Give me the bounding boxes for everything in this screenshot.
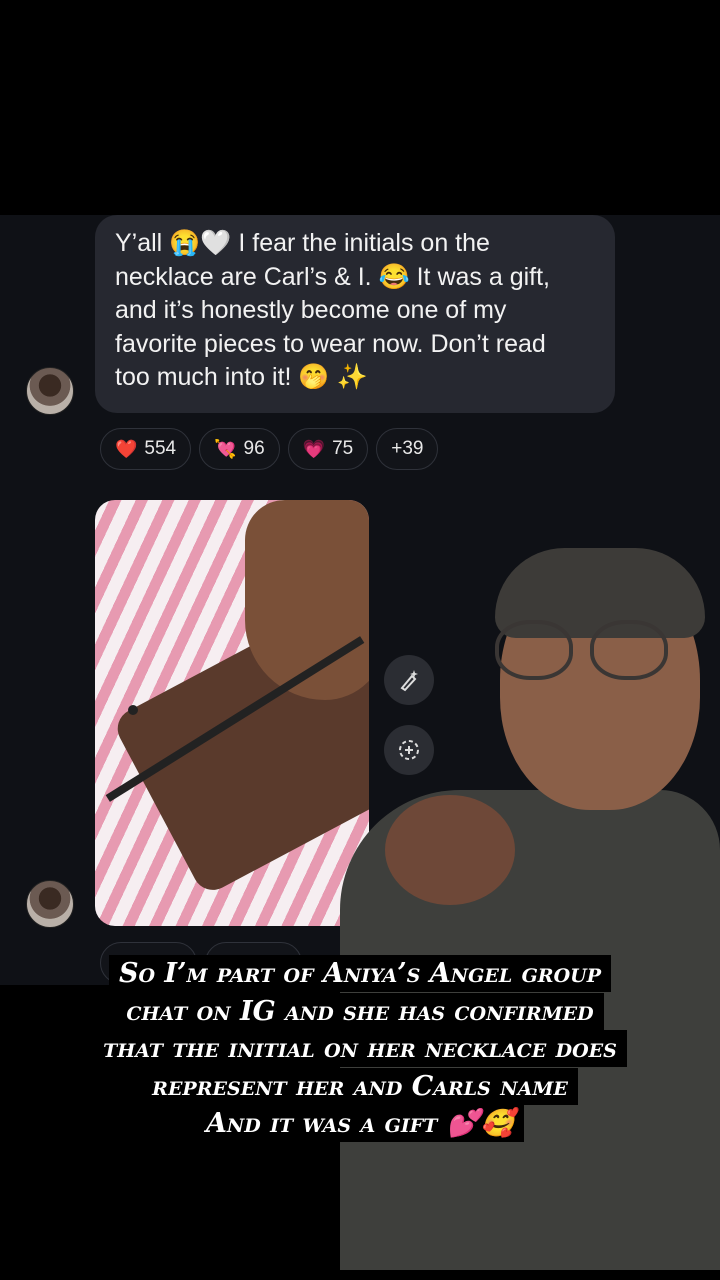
reaction-pill-heart-arrow[interactable]: 💘 96 [199,428,280,470]
caption-line: And it was a gift 💕🥰 [195,1105,525,1142]
caption-line: So I’m part of Aniya’s Angel group [108,955,611,992]
caption-line: represent her and Carls name [142,1067,578,1105]
reaction-pill-more[interactable]: +39 [376,428,439,470]
glasses-right [590,620,668,680]
reaction-bar: ❤️ 554 💘 96 💗 75 +39 [100,428,439,470]
photo-button [128,705,138,715]
red-heart-icon: ❤️ [115,439,138,459]
reaction-pill-growing-heart[interactable]: 💗 75 [287,428,369,470]
reaction-count: 554 [144,438,177,459]
person-overlay [300,548,720,1280]
reaction-pill-heart[interactable]: ❤️ 554 [100,428,192,470]
reaction-count: 96 [243,438,265,459]
avatar[interactable] [26,367,74,415]
avatar[interactable] [26,880,74,928]
person-fist [385,795,515,905]
heart-arrow-icon: 💘 [214,439,237,459]
caption: So I’m part of Aniya’s Angel group chat … [0,955,720,1143]
caption-line: chat on IG and she has confirmed [116,992,604,1030]
reaction-count: +39 [391,438,424,459]
growing-heart-icon: 💗 [302,439,326,459]
message-text: Y’all 😭🤍 I fear the initials on the neck… [115,229,550,391]
glasses-left [495,620,573,680]
caption-line: that the initial on her necklace does [93,1030,627,1067]
message-bubble[interactable]: Y’all 😭🤍 I fear the initials on the neck… [95,215,615,413]
reaction-count: 75 [332,438,354,459]
